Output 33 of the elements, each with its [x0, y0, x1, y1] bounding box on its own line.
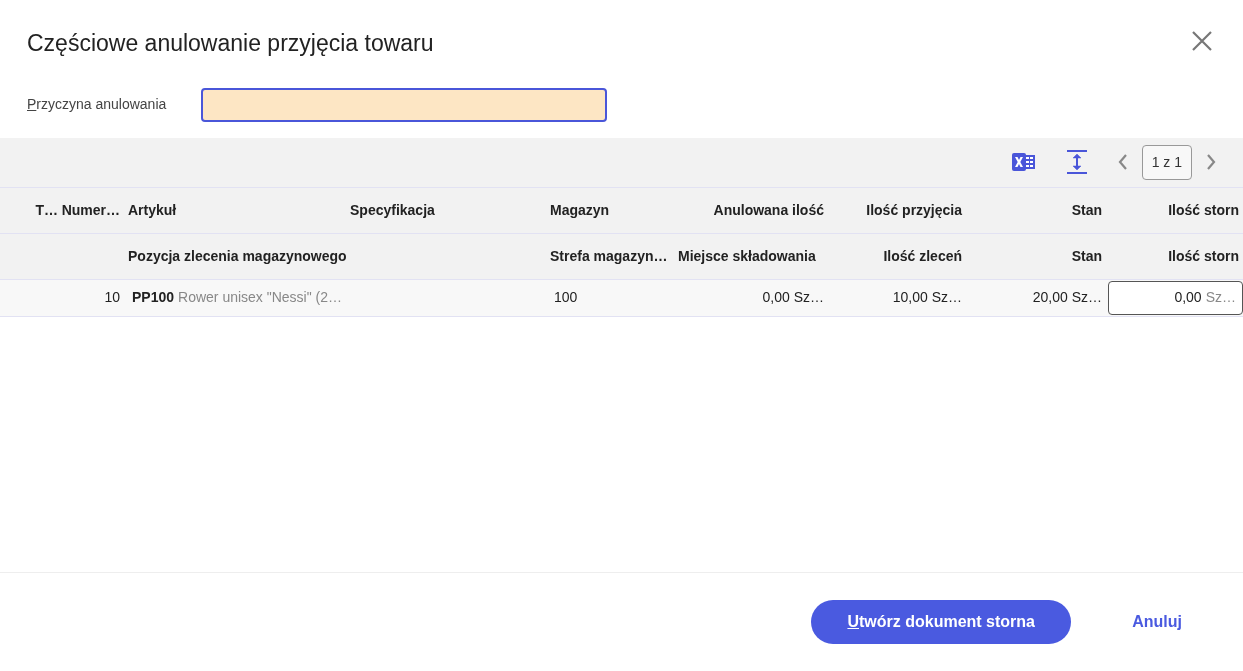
previous-page-icon[interactable]	[1117, 154, 1128, 171]
column-header[interactable]: Artykuł	[124, 187, 346, 233]
column-header[interactable]: T…	[0, 187, 62, 233]
table-cell-text: PP100 Rower unisex "Nessi" (2…	[131, 288, 344, 308]
reason-input-field[interactable]	[201, 87, 607, 122]
column-header[interactable]: Ilość przyjęcia	[828, 187, 966, 233]
dialog-title: Częściowe anulowanie przyjęcia towaru	[27, 30, 434, 58]
cancel-button[interactable]: Anuluj	[1126, 609, 1188, 635]
quantity-input-field[interactable]: 0,00 Sz…	[1108, 280, 1243, 315]
column-header[interactable]: Miejsce składowania	[666, 233, 828, 279]
column-header[interactable]: Stan	[966, 233, 1106, 279]
column-header[interactable]: Pozycja zlecenia magazynowego	[124, 233, 346, 279]
field-label: Przyczyna anulowania	[27, 95, 168, 115]
column-header[interactable]: Specyfikacja	[346, 187, 546, 233]
table-cell-text: 100	[553, 288, 579, 308]
close-icon[interactable]	[1191, 30, 1213, 52]
column-header[interactable]: Anulowana ilość	[666, 187, 828, 233]
column-header[interactable]: Magazyn	[546, 187, 666, 233]
table-cell-text: 10,00 Sz…	[891, 288, 963, 308]
create-storno-button[interactable]: Utwórz dokument storna	[811, 600, 1072, 644]
column-header[interactable]: Stan	[966, 187, 1106, 233]
next-page-icon[interactable]	[1206, 154, 1216, 171]
table-cell-text: 0,00 Sz…	[761, 288, 825, 308]
column-header[interactable]: Ilość zleceń	[828, 233, 966, 279]
column-header[interactable]: Numer…	[62, 187, 124, 233]
column-header[interactable]: Strefa magazyn…	[546, 233, 666, 279]
page-indicator: 1 z 1	[1141, 144, 1192, 180]
column-header[interactable]: Ilość storn	[1106, 187, 1243, 233]
table-cell-text: 20,00 Sz…	[1031, 288, 1103, 308]
excel-export-icon[interactable]	[1011, 151, 1036, 174]
column-header[interactable]: Ilość storn	[1106, 233, 1243, 279]
table-cell-text: 10	[103, 288, 121, 308]
row-height-icon[interactable]	[1065, 149, 1088, 176]
